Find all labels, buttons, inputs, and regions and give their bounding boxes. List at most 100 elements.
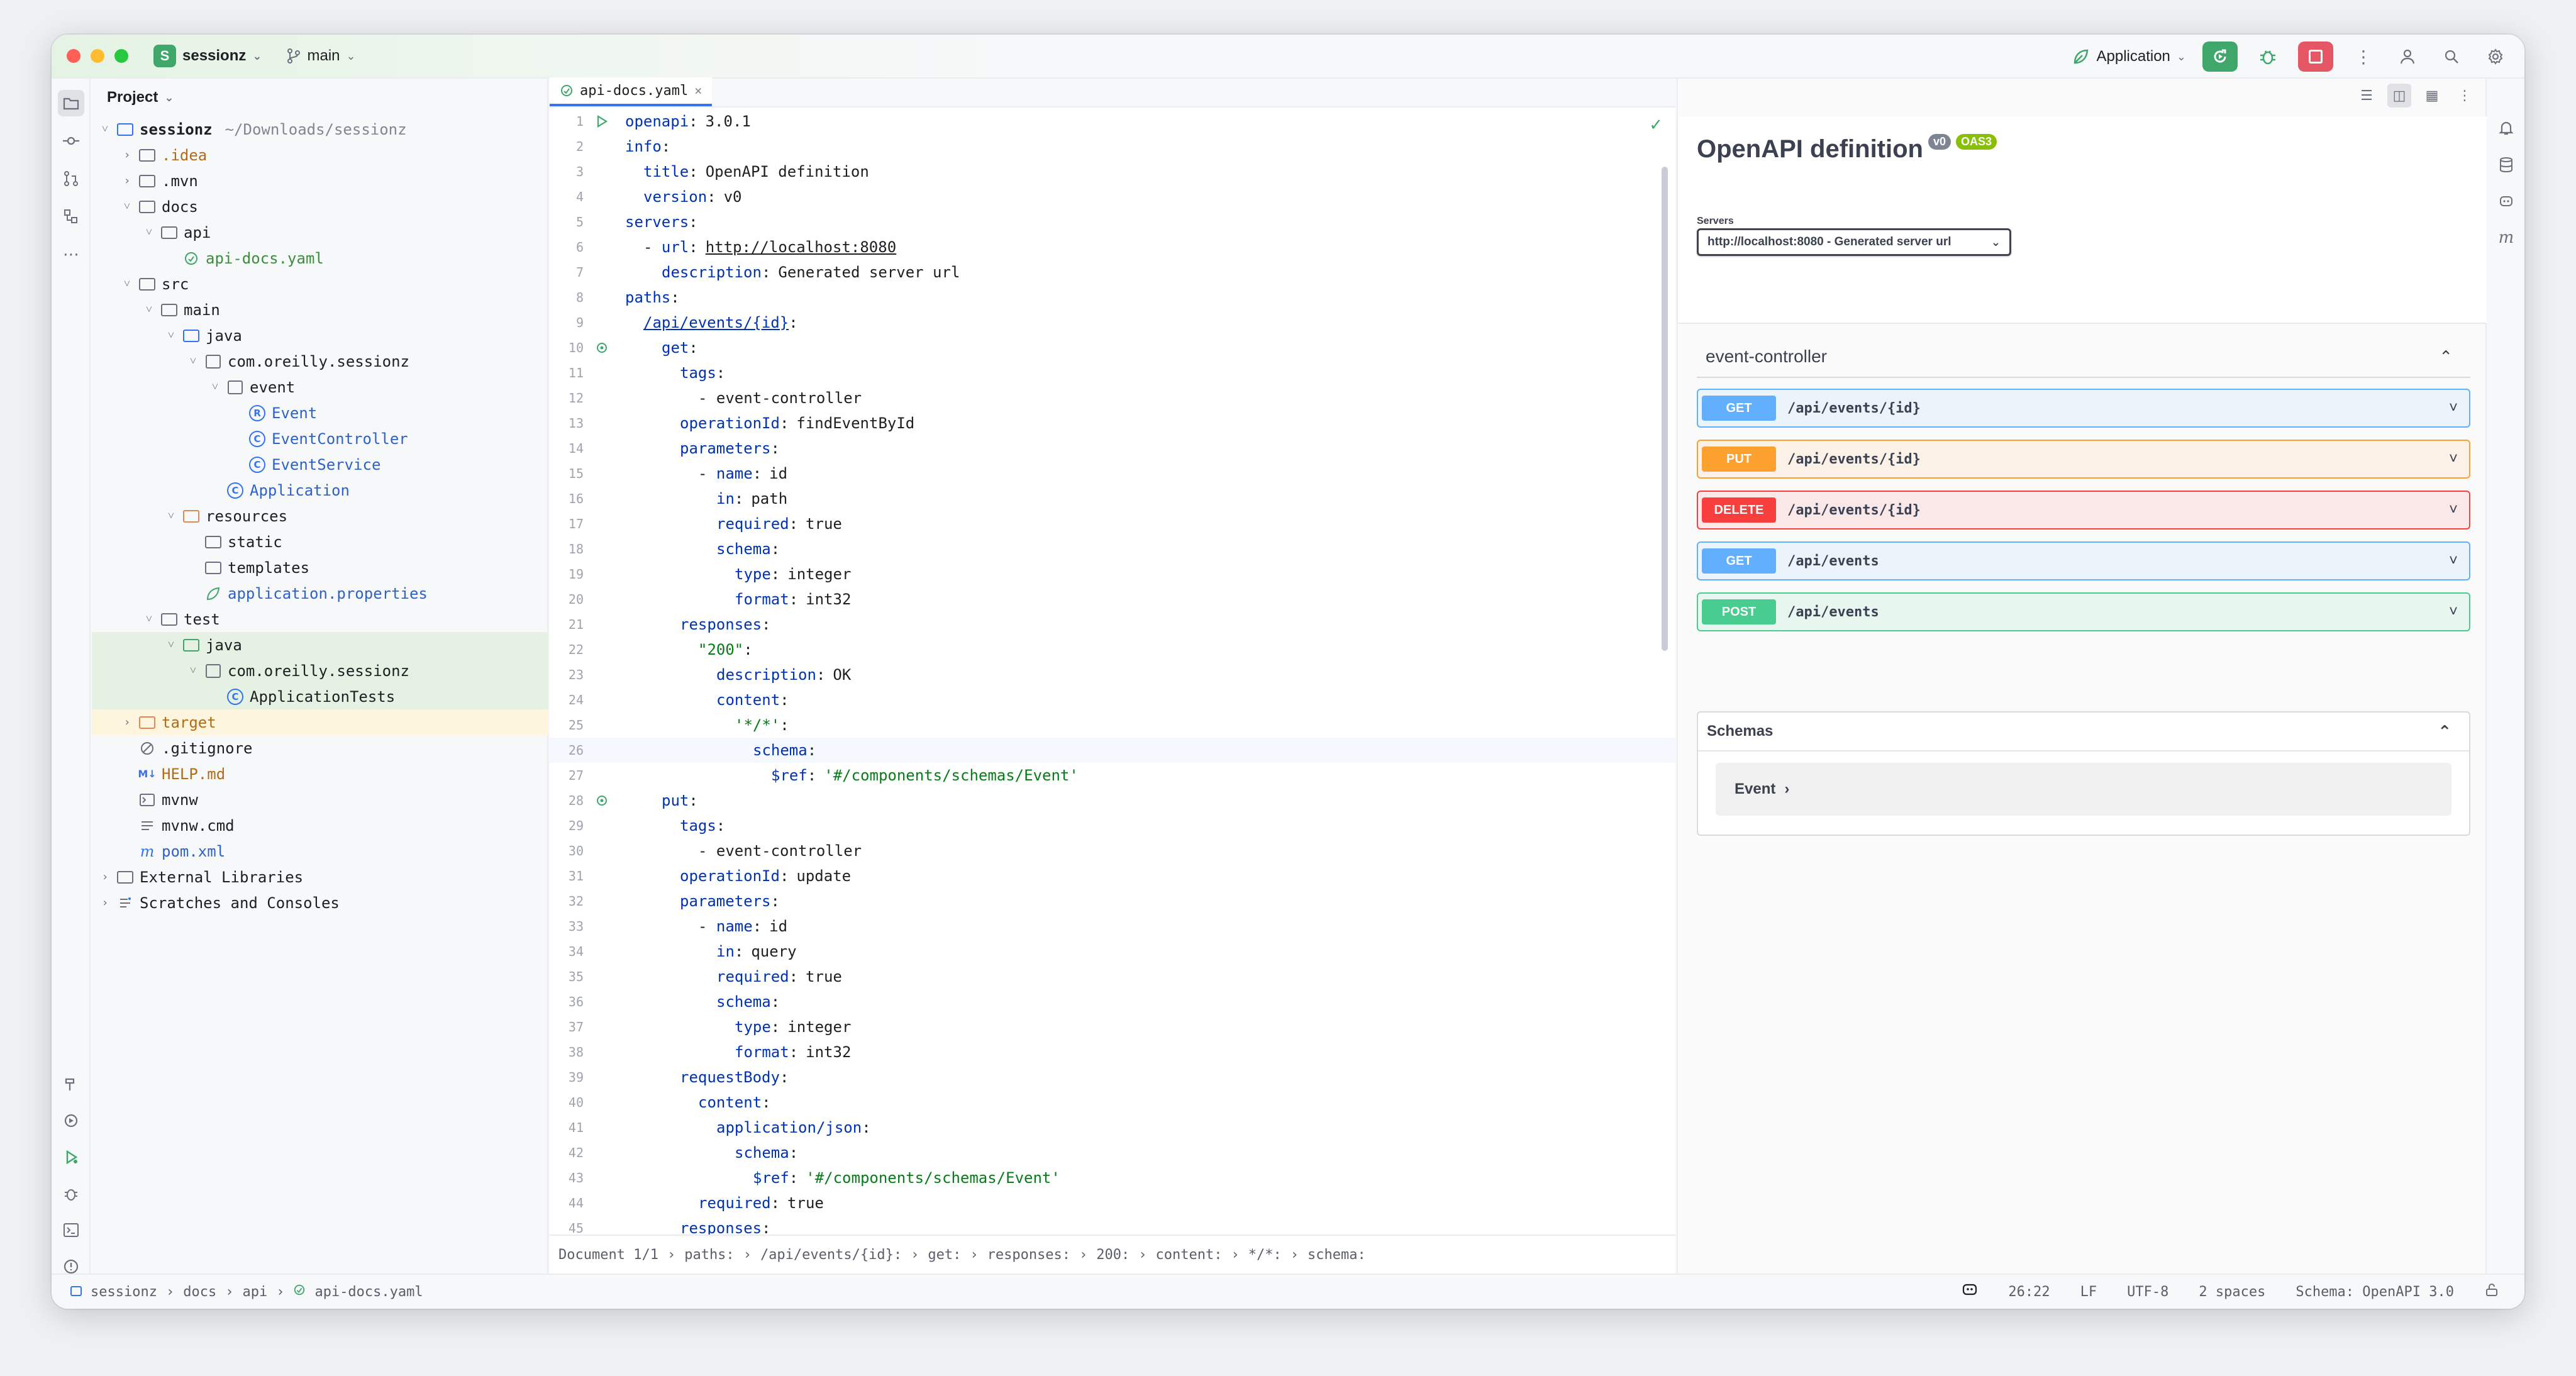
operation-get[interactable]: GET/api/events ˅ bbox=[1697, 541, 2470, 580]
preview-only-button[interactable]: ▦ bbox=[2420, 84, 2444, 108]
chevron-down-icon[interactable]: ˅ bbox=[96, 123, 114, 136]
chevron-right-icon[interactable]: › bbox=[118, 148, 136, 162]
chevron-down-icon[interactable]: ˅ bbox=[162, 329, 180, 342]
tree-node[interactable]: templates bbox=[92, 555, 548, 580]
tree-node[interactable]: api-docs.yaml bbox=[92, 245, 548, 271]
rerun-button[interactable] bbox=[2202, 42, 2238, 72]
tree-node[interactable]: › target bbox=[92, 709, 548, 735]
tree-node[interactable]: ˅ java bbox=[92, 323, 548, 348]
operation-put[interactable]: PUT/api/events/{id} ˅ bbox=[1697, 440, 2470, 479]
run-tool-button[interactable] bbox=[58, 1144, 84, 1170]
chevron-right-icon[interactable]: › bbox=[96, 870, 114, 884]
chevron-right-icon[interactable]: › bbox=[96, 896, 114, 909]
breadcrumb-item[interactable]: get: bbox=[928, 1247, 961, 1263]
terminal-tool-button[interactable] bbox=[58, 1217, 84, 1243]
tree-node[interactable]: ˅ event bbox=[92, 374, 548, 400]
chevron-down-icon[interactable]: ˅ bbox=[162, 509, 180, 523]
preview-more-button[interactable]: ⋮ bbox=[2453, 84, 2477, 108]
ai-status-icon[interactable] bbox=[1962, 1282, 1978, 1301]
tree-node[interactable]: C EventService bbox=[92, 452, 548, 477]
maven-tool-button[interactable]: m bbox=[2493, 225, 2519, 251]
search-everywhere-button[interactable] bbox=[2438, 43, 2465, 70]
tree-node[interactable]: mvnw bbox=[92, 787, 548, 813]
tree-node[interactable]: ˅ api bbox=[92, 219, 548, 245]
tree-node[interactable]: ˅ docs bbox=[92, 194, 548, 219]
tree-node[interactable]: C Application bbox=[92, 477, 548, 503]
tree-node[interactable]: C EventController bbox=[92, 426, 548, 452]
tree-node[interactable]: R Event bbox=[92, 400, 548, 426]
chevron-down-icon[interactable]: ˅ bbox=[118, 277, 136, 291]
close-window-button[interactable] bbox=[67, 49, 80, 63]
chevron-down-icon[interactable]: ˅ bbox=[206, 380, 225, 394]
tree-node[interactable]: › External Libraries bbox=[92, 864, 548, 890]
tree-node[interactable]: › .idea bbox=[92, 142, 548, 168]
breadcrumb-item[interactable]: /api/events/{id}: bbox=[760, 1247, 902, 1263]
commit-tool-button[interactable] bbox=[58, 128, 84, 154]
tree-node[interactable]: C ApplicationTests bbox=[92, 684, 548, 709]
json-schema-selector[interactable]: Schema: OpenAPI 3.0 bbox=[2296, 1284, 2454, 1300]
settings-button[interactable] bbox=[2482, 43, 2509, 70]
schemas-header[interactable]: Schemas ⌃ bbox=[1698, 713, 2469, 752]
tree-node[interactable]: ˅ main bbox=[92, 297, 548, 323]
servers-select[interactable]: http://localhost:8080 - Generated server… bbox=[1697, 228, 2011, 256]
close-tab-icon[interactable]: × bbox=[694, 83, 702, 98]
split-view-button[interactable]: ◫ bbox=[2387, 84, 2411, 108]
tree-node[interactable]: application.properties bbox=[92, 580, 548, 606]
pull-requests-tool-button[interactable] bbox=[58, 165, 84, 192]
debug-tool-button[interactable] bbox=[58, 1180, 84, 1207]
no-problems-icon[interactable]: ✓ bbox=[1649, 115, 1663, 135]
project-tool-button[interactable] bbox=[58, 90, 84, 116]
notifications-button[interactable] bbox=[2493, 115, 2519, 141]
status-path-item[interactable]: api-docs.yaml bbox=[314, 1284, 423, 1300]
chevron-down-icon[interactable]: ˅ bbox=[184, 355, 203, 368]
indent-setting[interactable]: 2 spaces bbox=[2199, 1284, 2265, 1300]
chevron-right-icon[interactable]: › bbox=[118, 174, 136, 187]
breadcrumb-item[interactable]: responses: bbox=[987, 1247, 1070, 1263]
ai-assistant-button[interactable] bbox=[2493, 188, 2519, 214]
run-configuration-selector[interactable]: Application ⌄ bbox=[2072, 48, 2186, 65]
tree-node[interactable]: ˅ com.oreilly.sessionz bbox=[92, 658, 548, 684]
branch-switcher[interactable]: main ⌄ bbox=[287, 47, 356, 65]
tree-node[interactable]: ˅ java bbox=[92, 632, 548, 658]
read-only-lock-icon[interactable] bbox=[2484, 1282, 2499, 1301]
chevron-down-icon[interactable]: ˅ bbox=[162, 638, 180, 652]
breadcrumb-item[interactable]: 200: bbox=[1096, 1247, 1130, 1263]
tree-node[interactable]: static bbox=[92, 529, 548, 555]
line-separator[interactable]: LF bbox=[2080, 1284, 2097, 1300]
project-switcher[interactable]: S sessionz ⌄ bbox=[153, 45, 262, 67]
account-button[interactable] bbox=[2394, 43, 2421, 70]
schema-item-event[interactable]: Event › bbox=[1716, 763, 2451, 816]
tree-node[interactable]: ˅ com.oreilly.sessionz bbox=[92, 348, 548, 374]
operation-post[interactable]: POST/api/events ˅ bbox=[1697, 592, 2470, 631]
structure-tool-button[interactable] bbox=[58, 203, 84, 230]
breadcrumb-item[interactable]: schema: bbox=[1307, 1247, 1366, 1263]
tree-node[interactable]: M↓ HELP.md bbox=[92, 761, 548, 787]
tree-node[interactable]: ˅ sessionz ~/Downloads/sessionz bbox=[92, 116, 548, 142]
editor-scrollbar[interactable] bbox=[1662, 167, 1668, 651]
editor-only-button[interactable]: ☰ bbox=[2355, 84, 2379, 108]
debug-button[interactable] bbox=[2254, 43, 2282, 70]
chevron-down-icon[interactable]: ˅ bbox=[184, 664, 203, 677]
tree-node[interactable]: ˅ test bbox=[92, 606, 548, 632]
caret-position[interactable]: 26:22 bbox=[2008, 1284, 2050, 1300]
tree-node[interactable]: ˅ src bbox=[92, 271, 548, 297]
tree-node[interactable]: ˅ resources bbox=[92, 503, 548, 529]
breadcrumb-item[interactable]: Document 1/1 bbox=[558, 1247, 658, 1263]
code-area[interactable]: 1 openapi: 3.0.1 2 info: 3 title: OpenAPI defin… bbox=[550, 109, 1675, 1235]
tag-section-header[interactable]: event-controller ⌃ bbox=[1697, 336, 2470, 378]
endpoint-gutter-icon[interactable] bbox=[587, 794, 616, 807]
operation-get[interactable]: GET/api/events/{id} ˅ bbox=[1697, 389, 2470, 428]
services-tool-button[interactable] bbox=[58, 1107, 84, 1134]
tree-node[interactable]: mvnw.cmd bbox=[92, 813, 548, 838]
database-tool-button[interactable] bbox=[2493, 152, 2519, 178]
status-path-item[interactable]: docs bbox=[183, 1284, 216, 1300]
chevron-down-icon[interactable]: ˅ bbox=[118, 200, 136, 213]
breadcrumb-item[interactable]: paths: bbox=[684, 1247, 734, 1263]
endpoint-gutter-icon[interactable] bbox=[587, 341, 616, 355]
project-panel-header[interactable]: Project ⌄ bbox=[92, 79, 547, 116]
minimize-window-button[interactable] bbox=[91, 49, 104, 63]
chevron-down-icon[interactable]: ˅ bbox=[140, 303, 158, 316]
tree-node[interactable]: › Scratches and Consoles bbox=[92, 890, 548, 916]
zoom-window-button[interactable] bbox=[114, 49, 128, 63]
status-path-item[interactable]: sessionz bbox=[91, 1284, 157, 1300]
